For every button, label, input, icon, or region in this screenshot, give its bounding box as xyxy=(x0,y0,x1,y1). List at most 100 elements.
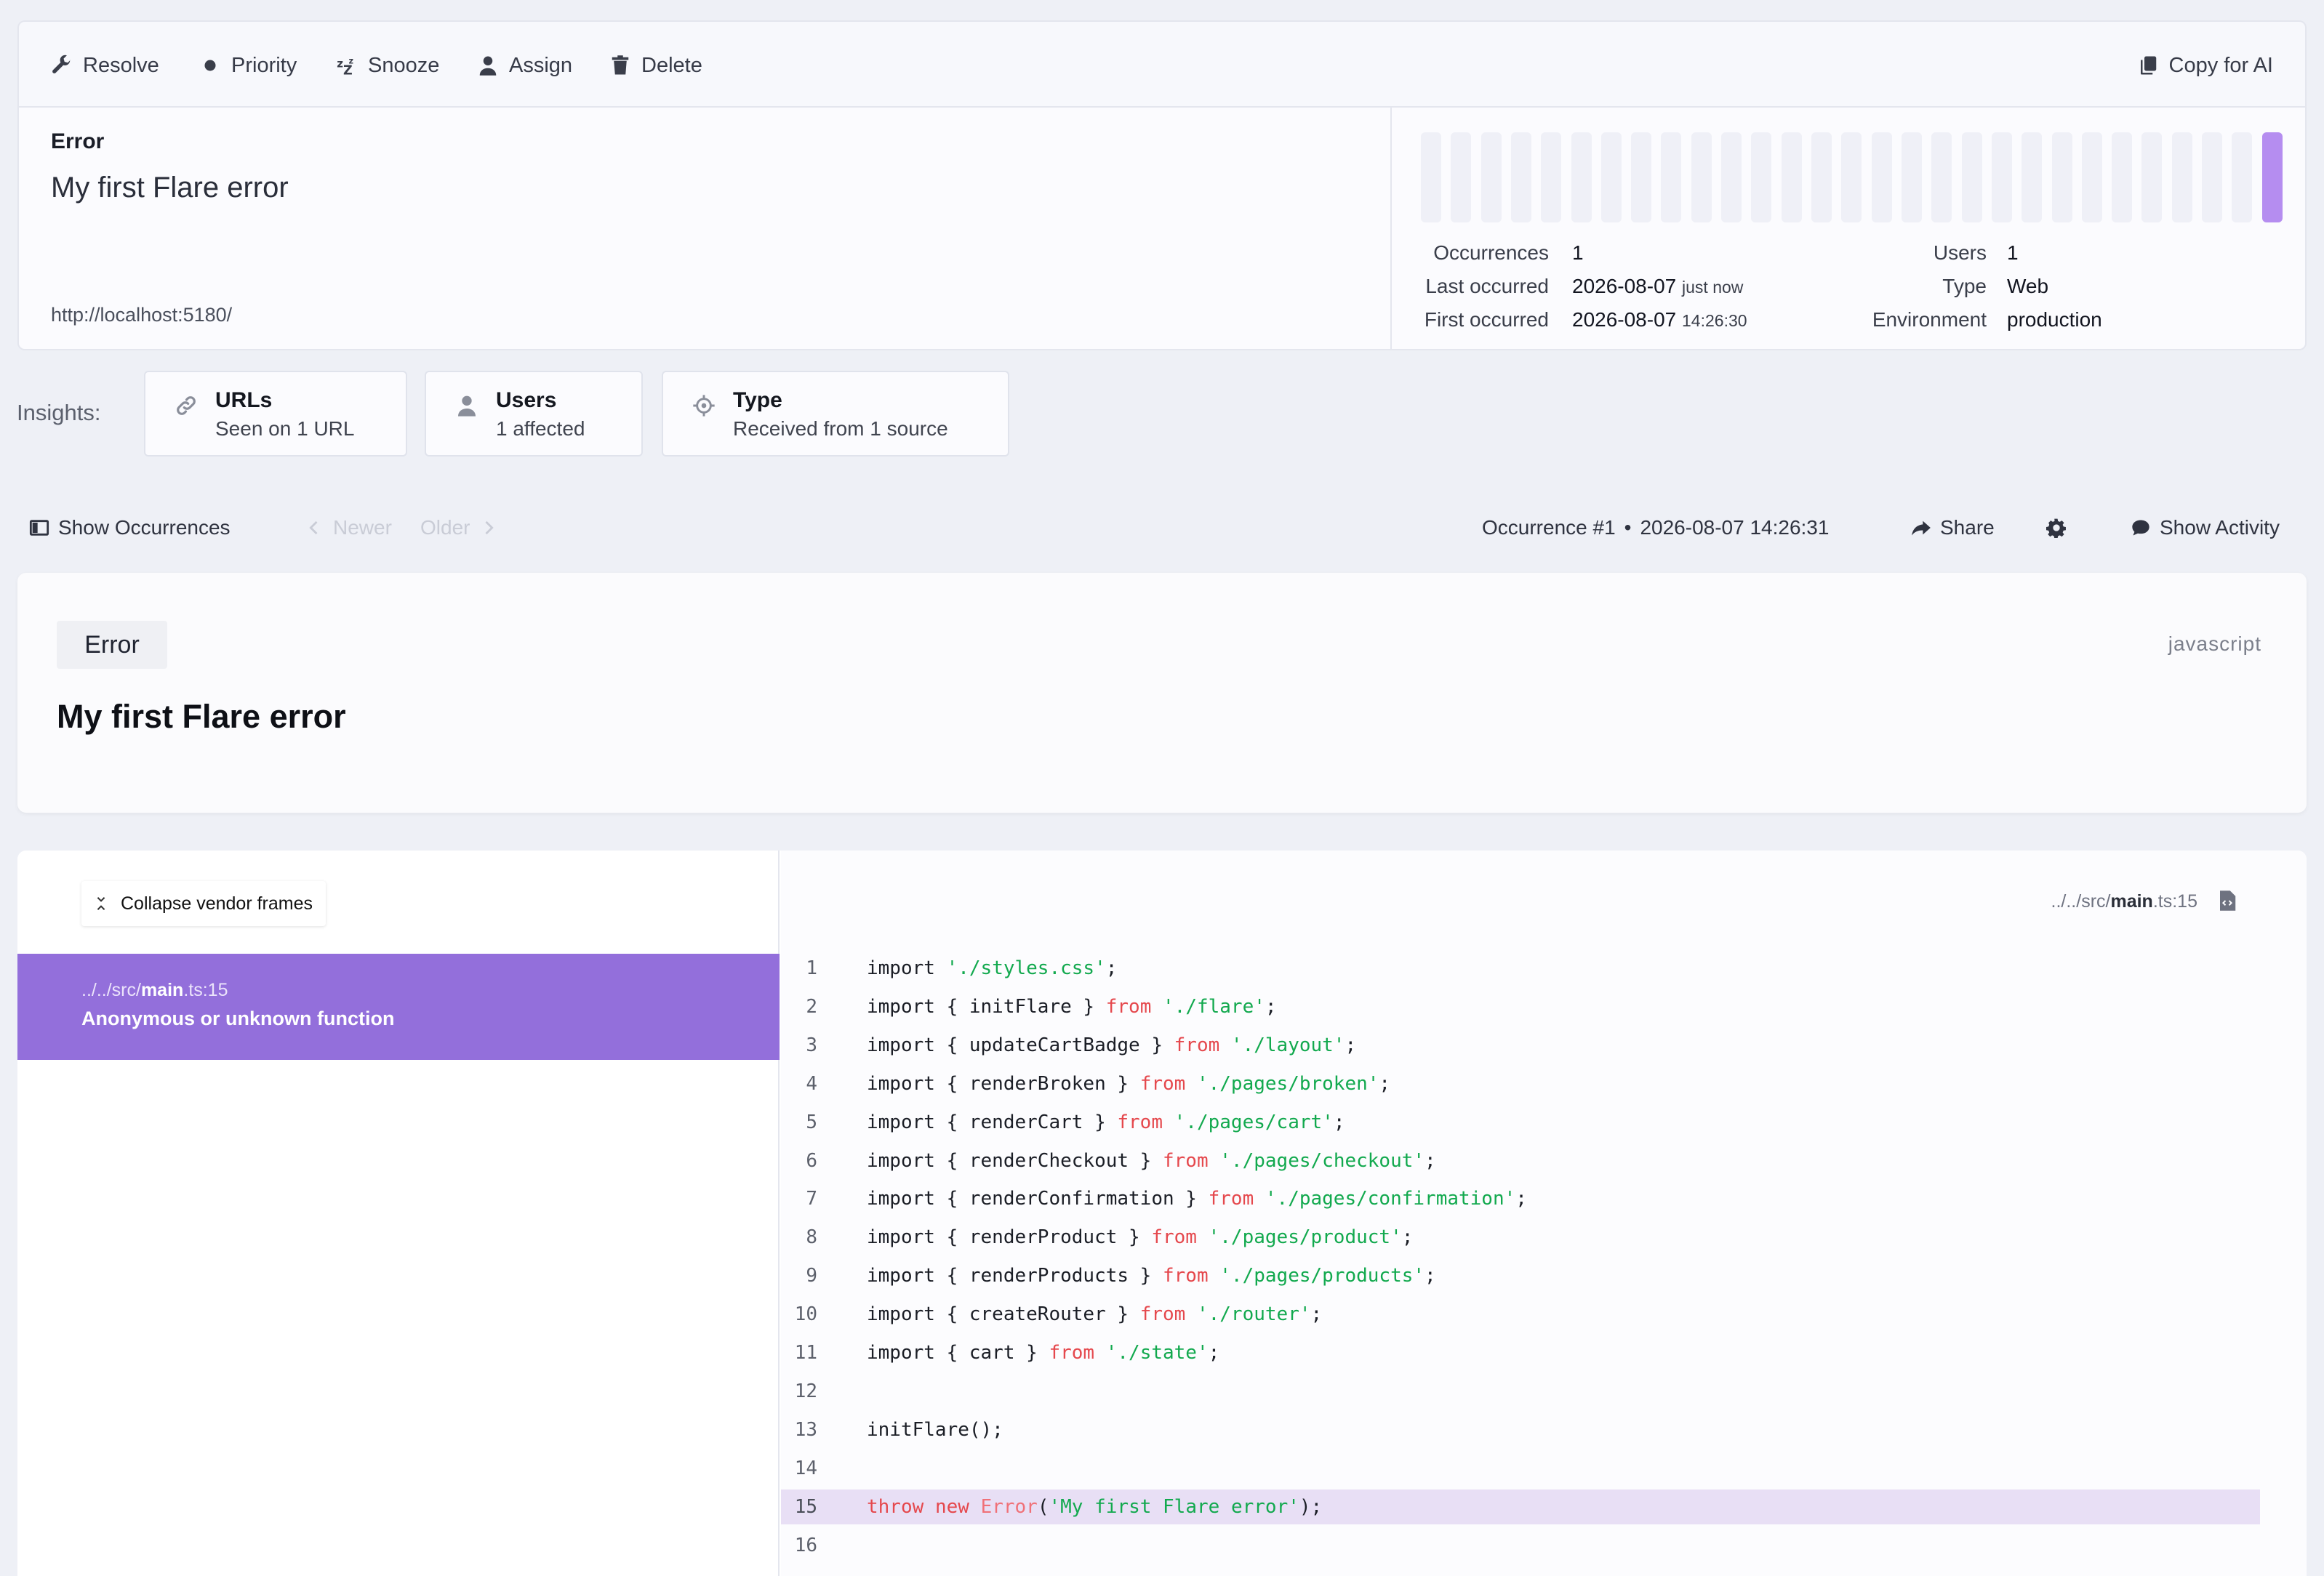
snooze-button[interactable]: zZz Snooze xyxy=(336,49,439,81)
share-button[interactable]: Share xyxy=(1911,513,1995,542)
line-number: 2 xyxy=(806,995,817,1018)
line-number: 14 xyxy=(794,1457,817,1479)
code-token: from xyxy=(1151,1226,1197,1249)
assign-button[interactable]: Assign xyxy=(477,49,572,81)
occurrence-bar[interactable] xyxy=(1571,132,1592,222)
occurrence-bar[interactable] xyxy=(1511,132,1531,222)
code-token: Error xyxy=(980,1495,1038,1518)
insight-type-card[interactable]: Type Received from 1 source xyxy=(662,371,1009,457)
last-occurred-relative: just now xyxy=(1682,278,1744,297)
priority-button[interactable]: Priority xyxy=(199,49,297,81)
code-text: import { updateCartBadge } from './layou… xyxy=(867,1028,1356,1063)
delete-label: Delete xyxy=(641,53,702,77)
frame-file-name: main xyxy=(140,980,184,1000)
occurrence-bar[interactable] xyxy=(1421,132,1441,222)
occurrence-bar[interactable] xyxy=(1661,132,1681,222)
newer-label: Newer xyxy=(333,516,392,539)
insight-type-title: Type xyxy=(733,388,782,412)
code-line: 16 xyxy=(781,1528,2260,1563)
first-occurred-time: 14:26:30 xyxy=(1682,311,1747,330)
occurrence-bar[interactable] xyxy=(1962,132,1982,222)
frame-path-prefix: ../../src/ xyxy=(81,980,141,1000)
occurrence-bar[interactable] xyxy=(1451,132,1471,222)
code-token: throw xyxy=(867,1495,924,1518)
code-token: './pages/broken' xyxy=(1196,1072,1379,1095)
older-label: Older xyxy=(420,516,470,539)
code-token: import { cart } xyxy=(867,1342,1049,1364)
insight-urls-card[interactable]: URLs Seen on 1 URL xyxy=(144,371,407,457)
occurrence-bar[interactable] xyxy=(2172,132,2192,222)
insight-users-card[interactable]: Users 1 affected xyxy=(425,371,643,457)
code-line: 6 import { renderCheckout } from './pages… xyxy=(781,1143,2260,1178)
code-file-path[interactable]: ../../src/main.ts:15 xyxy=(2051,891,2197,912)
code-token: initFlare(); xyxy=(867,1418,1003,1441)
code-token: './state' xyxy=(1105,1342,1209,1364)
occurrence-bar[interactable] xyxy=(2022,132,2042,222)
newer-button[interactable]: Newer xyxy=(304,513,392,542)
environment-label: Environment xyxy=(1872,308,1987,331)
first-occurred-value: 2026-08-07 14:26:30 xyxy=(1572,308,1747,331)
occurrence-bar[interactable] xyxy=(1872,132,1892,222)
stack-frame-item[interactable]: ../../src/main.ts:15 Anonymous or unknow… xyxy=(17,954,780,1060)
occurrence-bar[interactable] xyxy=(1902,132,1922,222)
code-token: import { renderConfirmation } xyxy=(867,1188,1209,1210)
show-occurrences-button[interactable]: Show Occurrences xyxy=(29,513,231,542)
occurrence-bar[interactable] xyxy=(2202,132,2222,222)
show-activity-button[interactable]: Show Activity xyxy=(2131,513,2280,542)
code-token: from xyxy=(1139,1303,1186,1326)
show-occurrences-label: Show Occurrences xyxy=(58,516,231,539)
copy-icon xyxy=(2140,56,2156,75)
occurrence-bar[interactable] xyxy=(1541,132,1561,222)
delete-button[interactable]: Delete xyxy=(609,49,702,81)
line-number: 6 xyxy=(806,1149,817,1172)
code-token: './pages/product' xyxy=(1208,1226,1402,1249)
line-number: 10 xyxy=(794,1303,817,1326)
occurrence-bar[interactable] xyxy=(1721,132,1742,222)
occurrence-bar[interactable] xyxy=(1841,132,1862,222)
code-text: import { renderProduct } from './pages/p… xyxy=(867,1220,1413,1255)
code-text: import { renderConfirmation } from './pa… xyxy=(867,1181,1527,1216)
bullet-separator: • xyxy=(1624,516,1632,539)
occurrence-bar[interactable] xyxy=(1811,132,1832,222)
sidebar-icon xyxy=(29,520,49,536)
dot-icon xyxy=(204,60,216,71)
occurrence-bar[interactable] xyxy=(2262,132,2283,222)
occurrence-bar[interactable] xyxy=(2141,132,2162,222)
occurrence-bar[interactable] xyxy=(1631,132,1651,222)
code-token: from xyxy=(1163,1149,1209,1172)
line-number: 1 xyxy=(806,957,817,979)
last-occurred-label: Last occurred xyxy=(1425,275,1549,297)
insight-urls-subtitle: Seen on 1 URL xyxy=(215,417,355,440)
type-value: Web xyxy=(2007,275,2049,297)
older-button[interactable]: Older xyxy=(420,513,499,542)
resolve-button[interactable]: Resolve xyxy=(51,49,159,81)
occurrence-bar[interactable] xyxy=(2082,132,2102,222)
occurrence-bar[interactable] xyxy=(2112,132,2132,222)
code-token: import { renderCheckout } xyxy=(867,1149,1163,1172)
occurrence-bar[interactable] xyxy=(1481,132,1502,222)
line-number: 13 xyxy=(794,1418,817,1441)
occurrence-bar[interactable] xyxy=(2232,132,2252,222)
occurrence-bar[interactable] xyxy=(1601,132,1622,222)
occurrence-bar[interactable] xyxy=(1931,132,1952,222)
occurrence-bar[interactable] xyxy=(1992,132,2012,222)
error-url[interactable]: http://localhost:5180/ xyxy=(51,304,232,326)
occurrence-bar[interactable] xyxy=(2052,132,2072,222)
copy-for-ai-button[interactable]: Copy for AI xyxy=(2137,49,2273,81)
last-occurred-value: 2026-08-07 just now xyxy=(1572,275,1743,298)
collapse-vendor-frames-button[interactable]: Collapse vendor frames xyxy=(81,881,326,926)
code-token: './pages/checkout' xyxy=(1219,1149,1425,1172)
code-text: import { renderCart } from './pages/cart… xyxy=(867,1105,1345,1140)
occurrence-bar[interactable] xyxy=(1751,132,1771,222)
occurrence-time: 2026-08-07 14:26:31 xyxy=(1640,516,1830,539)
occurrence-bar[interactable] xyxy=(1691,132,1712,222)
settings-button[interactable] xyxy=(2046,513,2067,542)
file-code-icon[interactable] xyxy=(2218,890,2237,912)
chevron-right-icon xyxy=(485,520,494,535)
occurrence-bar[interactable] xyxy=(1782,132,1802,222)
code-text: import { createRouter } from './router'; xyxy=(867,1297,1322,1332)
